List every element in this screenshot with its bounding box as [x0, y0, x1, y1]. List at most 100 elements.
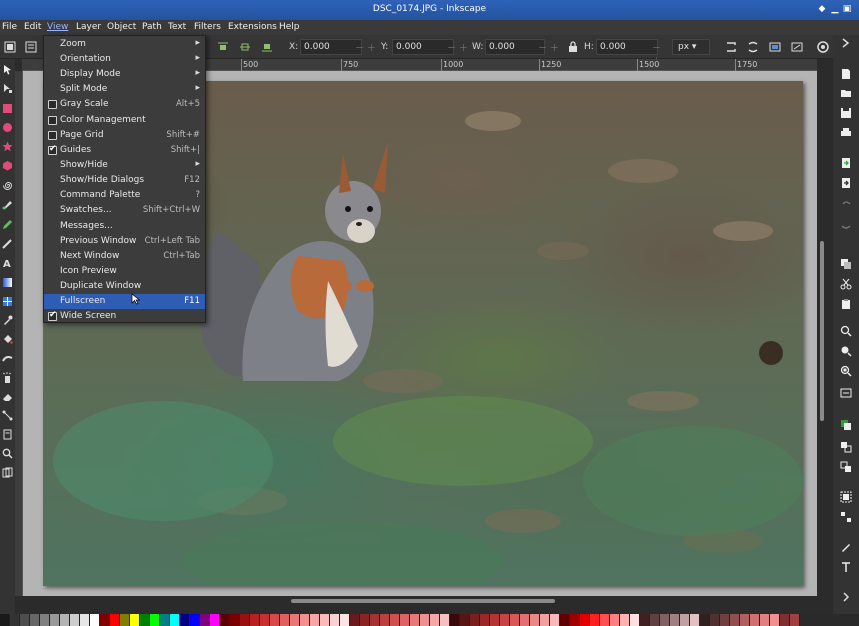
color-swatch[interactable] [680, 614, 690, 626]
color-swatch[interactable] [140, 614, 150, 626]
color-swatch[interactable] [560, 614, 570, 626]
selector-tool-icon[interactable] [2, 64, 13, 75]
view-menu-item-icon-preview[interactable]: Icon Preview [44, 264, 205, 279]
color-swatch[interactable] [300, 614, 310, 626]
color-swatch[interactable] [200, 614, 210, 626]
menu-edit[interactable]: Edit [24, 22, 41, 32]
ellipse-tool-icon[interactable] [2, 122, 13, 133]
eraser-tool-icon[interactable] [2, 391, 13, 402]
spiral-tool-icon[interactable] [2, 180, 13, 191]
calligraphy-tool-icon[interactable] [2, 238, 13, 249]
view-menu-item-show-hide[interactable]: Show/Hide ▸ [44, 158, 205, 173]
color-swatch[interactable] [410, 614, 420, 626]
color-swatch[interactable] [570, 614, 580, 626]
color-swatch[interactable] [340, 614, 350, 626]
view-menu-item-next-window[interactable]: Next Window Ctrl+Tab [44, 249, 205, 264]
paste-icon[interactable] [840, 298, 852, 310]
color-swatch[interactable] [580, 614, 590, 626]
text-font-icon[interactable] [840, 561, 852, 573]
color-swatch[interactable] [30, 614, 40, 626]
scale-corners-icon[interactable] [746, 40, 760, 54]
checkbox-icon[interactable] [48, 100, 57, 109]
w-stepper-icon[interactable]: － ＋ [538, 41, 559, 54]
color-swatch[interactable] [600, 614, 610, 626]
save-icon[interactable] [840, 107, 852, 119]
menu-object[interactable]: Object [107, 22, 136, 32]
tweak-tool-icon[interactable] [2, 353, 13, 364]
color-swatch[interactable] [110, 614, 120, 626]
color-swatch[interactable] [740, 614, 750, 626]
print-icon[interactable] [840, 127, 852, 139]
cut-icon[interactable] [840, 278, 852, 290]
rectangle-tool-icon[interactable] [2, 103, 13, 114]
mesh-tool-icon[interactable] [2, 296, 13, 307]
new-document-icon[interactable] [840, 68, 852, 80]
move-patterns-icon[interactable] [790, 40, 804, 54]
h-input[interactable]: 0.000 [596, 39, 658, 55]
view-menu-item-gray-scale[interactable]: Gray Scale Alt+5 [44, 97, 205, 112]
ungroup-icon[interactable] [840, 511, 852, 523]
color-swatch[interactable] [770, 614, 780, 626]
checkbox-icon[interactable] [48, 116, 57, 125]
view-menu-item-color-management[interactable]: Color Management [44, 113, 205, 128]
color-swatch[interactable] [310, 614, 320, 626]
snap-toggle-icon[interactable] [816, 40, 830, 54]
color-swatch[interactable] [720, 614, 730, 626]
menu-help[interactable]: Help [279, 22, 300, 32]
view-menu-item-swatches[interactable]: Swatches... Shift+Ctrl+W [44, 203, 205, 218]
3d-box-tool-icon[interactable] [2, 160, 13, 171]
y-stepper-icon[interactable]: － ＋ [447, 41, 468, 54]
clone-icon[interactable] [840, 441, 852, 453]
color-swatch[interactable] [750, 614, 760, 626]
color-swatch[interactable] [510, 614, 520, 626]
connector-tool-icon[interactable] [2, 410, 13, 421]
view-menu-item-wide-screen[interactable]: Wide Screen [44, 309, 205, 324]
color-swatch[interactable] [280, 614, 290, 626]
copy-icon[interactable] [840, 258, 852, 270]
color-swatch[interactable] [500, 614, 510, 626]
menu-file[interactable]: File [2, 22, 17, 32]
open-document-icon[interactable] [840, 87, 852, 99]
color-swatch[interactable] [400, 614, 410, 626]
color-swatch[interactable] [60, 614, 70, 626]
import-icon[interactable] [840, 157, 852, 169]
color-swatch[interactable] [260, 614, 270, 626]
color-swatch[interactable] [370, 614, 380, 626]
zoom-page-icon[interactable] [840, 365, 852, 377]
unit-select[interactable]: px ▾ [672, 39, 710, 55]
horizontal-scroll-thumb[interactable] [291, 599, 555, 603]
color-swatch[interactable] [780, 614, 790, 626]
w-input[interactable]: 0.000 [485, 39, 545, 55]
view-menu-item-split-mode[interactable]: Split Mode ▸ [44, 82, 205, 97]
color-swatch[interactable] [80, 614, 90, 626]
node-tool-icon[interactable] [2, 83, 13, 94]
dropper-tool-icon[interactable] [2, 315, 13, 326]
group-icon[interactable] [840, 491, 852, 503]
color-swatch[interactable] [670, 614, 680, 626]
x-input[interactable]: 0.000 [300, 39, 362, 55]
color-swatch[interactable] [130, 614, 140, 626]
color-swatch[interactable] [590, 614, 600, 626]
vertical-scroll-thumb[interactable] [820, 241, 824, 421]
color-swatch[interactable] [50, 614, 60, 626]
color-swatch[interactable] [540, 614, 550, 626]
lock-ratio-icon[interactable] [566, 40, 580, 54]
color-swatch[interactable] [120, 614, 130, 626]
unlink-clone-icon[interactable] [840, 461, 852, 473]
color-swatch[interactable] [690, 614, 700, 626]
menu-filters[interactable]: Filters [194, 22, 221, 32]
color-swatch[interactable] [240, 614, 250, 626]
view-menu-item-orientation[interactable]: Orientation ▸ [44, 52, 205, 67]
color-swatch[interactable] [480, 614, 490, 626]
menu-view[interactable]: View [47, 22, 68, 32]
color-swatch[interactable] [210, 614, 220, 626]
align-middle-icon[interactable] [238, 40, 252, 54]
color-swatch[interactable] [700, 614, 710, 626]
horizontal-scrollbar[interactable] [23, 596, 817, 605]
view-menu-item-zoom[interactable]: Zoom ▸ [44, 37, 205, 52]
menu-extensions[interactable]: Extensions [228, 22, 277, 32]
checkbox-icon[interactable] [48, 310, 57, 321]
color-swatch[interactable] [250, 614, 260, 626]
view-menu-item-previous-window[interactable]: Previous Window Ctrl+Left Tab [44, 234, 205, 249]
pages-tool-icon[interactable] [2, 429, 13, 440]
